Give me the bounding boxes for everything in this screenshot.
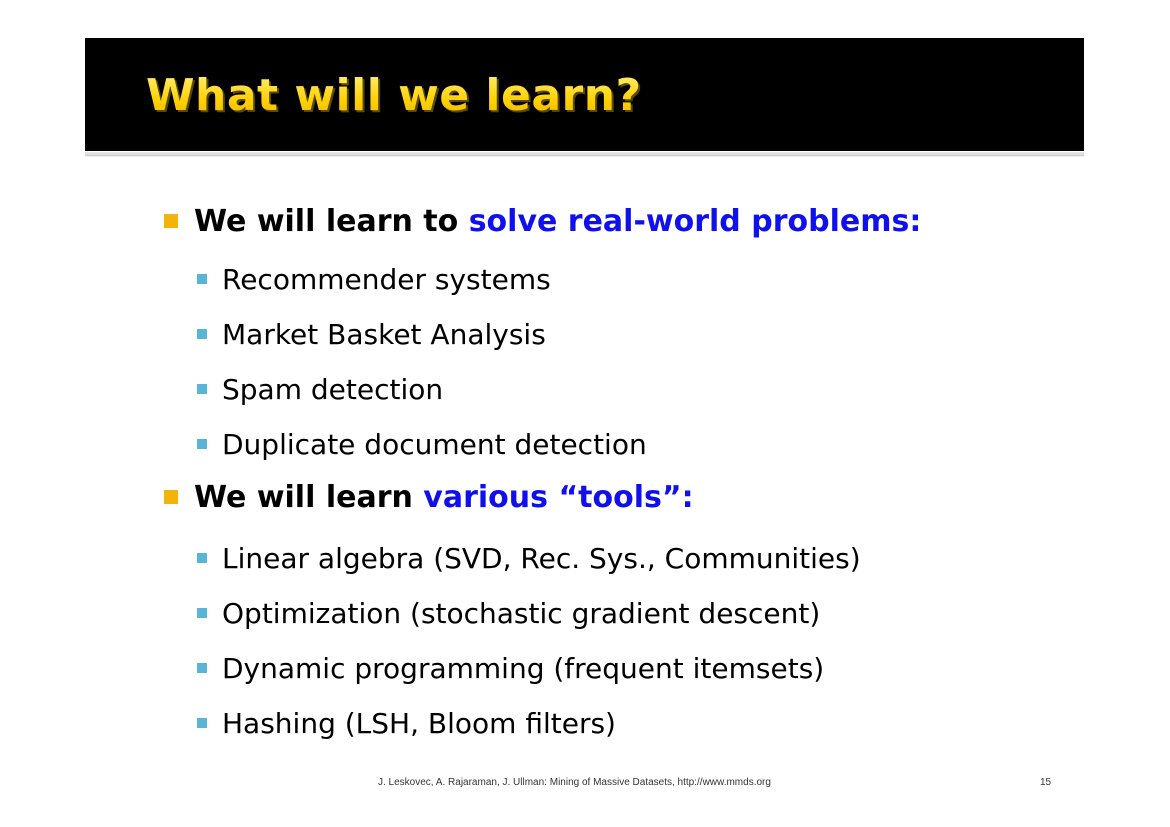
list-item-text: Market Basket Analysis — [222, 317, 546, 351]
list-item: Recommender systems — [197, 256, 551, 302]
list-item-text: Linear algebra (SVD, Rec. Sys., Communit… — [222, 541, 861, 575]
title-divider — [85, 151, 1084, 157]
list-item: Hashing (LSH, Bloom filters) — [197, 700, 616, 746]
list-item-text: Hashing (LSH, Bloom filters) — [222, 706, 616, 740]
slide-title: What will we learn? — [146, 70, 642, 121]
list-item: Spam detection — [197, 366, 443, 412]
square-bullet-icon — [197, 608, 207, 618]
slide: What will we learn? What will we learn? … — [0, 0, 1170, 827]
section-lead: We will learn to — [194, 203, 469, 239]
list-item-text: Dynamic programming (frequent itemsets) — [222, 651, 825, 685]
section-heading-problems: We will learn to solve real-world proble… — [164, 195, 921, 247]
section-heading-text: We will learn various “tools”: — [194, 480, 694, 515]
footer-citation: J. Leskovec, A. Rajaraman, J. Ullman: Mi… — [378, 777, 771, 788]
square-bullet-icon — [164, 214, 178, 228]
square-bullet-icon — [197, 384, 207, 394]
list-item: Dynamic programming (frequent itemsets) — [197, 645, 824, 691]
page-number: 15 — [1040, 777, 1052, 788]
list-item-text: Spam detection — [222, 372, 444, 406]
square-bullet-icon — [197, 439, 207, 449]
list-item: Optimization (stochastic gradient descen… — [197, 590, 820, 636]
list-item-text: Duplicate document detection — [222, 427, 647, 461]
section-highlight: solve real-world problems: — [468, 203, 922, 239]
list-item: Market Basket Analysis — [197, 311, 546, 357]
square-bullet-icon — [197, 663, 207, 673]
list-item: Linear algebra (SVD, Rec. Sys., Communit… — [197, 535, 861, 581]
list-item-text: Optimization (stochastic gradient descen… — [222, 596, 821, 630]
section-highlight: various “tools”: — [423, 479, 694, 515]
square-bullet-icon — [197, 329, 207, 339]
list-item: Duplicate document detection — [197, 421, 647, 467]
section-heading-text: We will learn to solve real-world proble… — [194, 204, 921, 239]
square-bullet-icon — [197, 274, 207, 284]
list-item-text: Recommender systems — [222, 262, 551, 296]
square-bullet-icon — [197, 718, 207, 728]
section-lead: We will learn — [194, 479, 424, 515]
square-bullet-icon — [164, 490, 178, 504]
section-heading-tools: We will learn various “tools”: — [164, 471, 694, 523]
square-bullet-icon — [197, 553, 207, 563]
